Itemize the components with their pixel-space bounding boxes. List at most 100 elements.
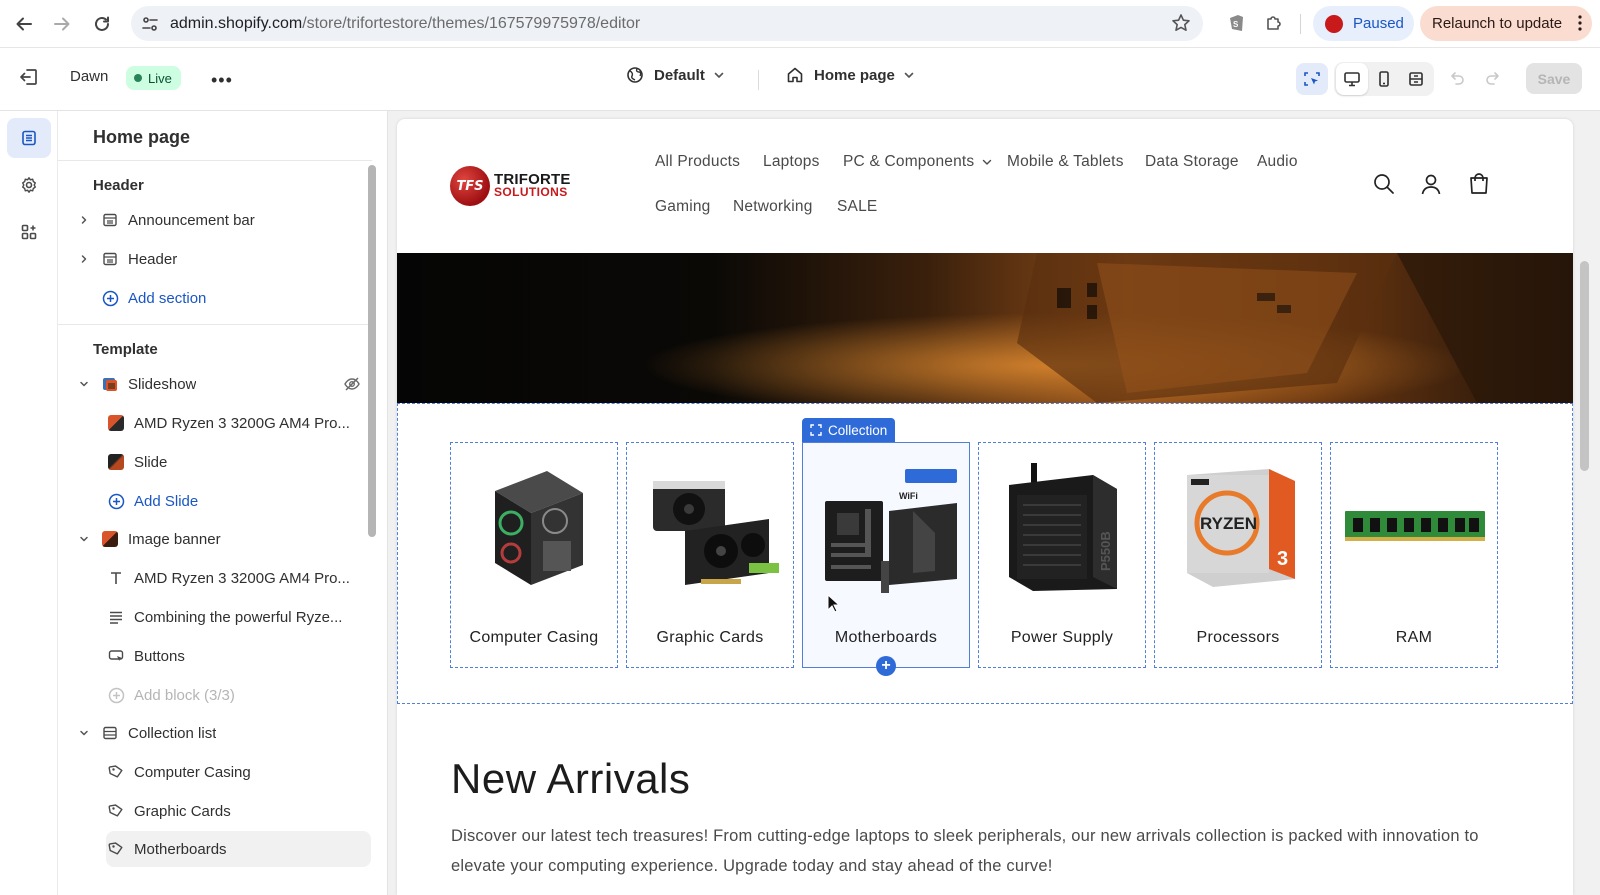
chevron-right-icon[interactable] xyxy=(76,215,92,225)
forward-icon[interactable] xyxy=(48,10,76,38)
store-logo[interactable]: TFS TRIFORTE SOLUTIONS xyxy=(450,166,571,206)
topbar-divider xyxy=(758,70,759,90)
chevron-down-icon xyxy=(903,69,915,81)
tree-item-computer-casing[interactable]: Computer Casing xyxy=(106,754,371,790)
add-section-button[interactable]: Add section xyxy=(88,280,371,316)
mobile-view-icon[interactable] xyxy=(1368,63,1400,95)
tree-item-motherboards[interactable]: Motherboards xyxy=(106,831,371,867)
tree-item-slide-ryzen[interactable]: AMD Ryzen 3 3200G AM4 Pro... xyxy=(106,405,371,441)
graphic-card-image xyxy=(653,481,779,585)
theme-name: Dawn xyxy=(70,68,109,85)
slide-thumbnail xyxy=(106,413,126,433)
chevron-down-icon xyxy=(982,157,992,167)
preview-scrollbar[interactable] xyxy=(1580,261,1589,471)
save-button[interactable]: Save xyxy=(1526,63,1582,94)
collection-card-ram[interactable]: RAM xyxy=(1330,442,1498,668)
collection-card-computer-casing[interactable]: Computer Casing xyxy=(450,442,618,668)
tree-item-label: Image banner xyxy=(128,530,221,548)
plus-circle-icon xyxy=(106,685,126,705)
tree-item-label: Graphic Cards xyxy=(134,802,231,820)
nav-all-products[interactable]: All Products xyxy=(655,153,740,171)
nav-networking[interactable]: Networking xyxy=(733,198,813,216)
tree-item-graphic-cards[interactable]: Graphic Cards xyxy=(106,793,371,829)
profile-paused-button[interactable]: Paused xyxy=(1313,6,1414,41)
chevron-down-icon[interactable] xyxy=(76,728,92,738)
more-actions-button[interactable]: ••• xyxy=(211,70,233,91)
tree-item-banner-text[interactable]: Combining the powerful Ryze... xyxy=(106,599,371,635)
profile-avatar xyxy=(1325,14,1343,33)
reload-icon[interactable] xyxy=(88,10,116,38)
exit-editor-icon[interactable] xyxy=(18,66,40,88)
tree-item-slide[interactable]: Slide xyxy=(106,444,371,480)
sidebar-scrollbar[interactable] xyxy=(368,165,376,537)
account-icon[interactable] xyxy=(1420,173,1442,195)
desktop-view-icon[interactable] xyxy=(1336,63,1368,95)
tree-item-announcement-bar[interactable]: Announcement bar xyxy=(81,202,371,238)
logo-mark: TFS xyxy=(450,166,490,206)
paragraph-icon xyxy=(106,607,126,627)
tree-item-image-banner[interactable]: Image banner xyxy=(80,521,371,557)
tree-item-banner-buttons[interactable]: Buttons xyxy=(106,638,371,674)
search-icon[interactable] xyxy=(1373,173,1395,195)
chevron-down-icon xyxy=(713,69,725,81)
preview-canvas: TFS TRIFORTE SOLUTIONS All Products Lapt… xyxy=(388,111,1600,895)
collection-card-graphic-cards[interactable]: Graphic Cards xyxy=(626,442,794,668)
nav-gaming[interactable]: Gaming xyxy=(655,198,710,216)
inspector-select-icon[interactable] xyxy=(1296,63,1328,95)
redo-icon[interactable] xyxy=(1484,70,1500,86)
tag-icon xyxy=(106,839,126,859)
tag-icon xyxy=(106,762,126,782)
tree-item-banner-heading[interactable]: AMD Ryzen 3 3200G AM4 Pro... xyxy=(106,560,371,596)
app-embeds-icon[interactable] xyxy=(7,212,51,252)
tree-item-header[interactable]: Header xyxy=(81,241,371,277)
logo-wordmark: TRIFORTE SOLUTIONS xyxy=(494,172,571,199)
tree-item-label: Slideshow xyxy=(128,375,197,393)
nav-pc-components[interactable]: PC & Components xyxy=(843,153,992,171)
add-block-plus-button[interactable]: + xyxy=(876,656,896,676)
collection-card-motherboards[interactable]: WiFi Motherboards xyxy=(802,442,970,668)
live-label: Live xyxy=(148,70,172,86)
chevron-down-icon[interactable] xyxy=(76,534,92,544)
storefront-preview: TFS TRIFORTE SOLUTIONS All Products Lapt… xyxy=(397,119,1573,895)
svg-text:S: S xyxy=(1233,20,1239,29)
hidden-eye-icon[interactable] xyxy=(343,375,361,393)
fullscreen-view-icon[interactable] xyxy=(1400,63,1432,95)
slideshow-hero-image[interactable] xyxy=(397,253,1573,403)
collection-card-power-supply[interactable]: P550B Power Supply xyxy=(978,442,1146,668)
kebab-menu-icon[interactable] xyxy=(1578,15,1582,31)
slideshow-icon xyxy=(100,374,120,394)
extensions-puzzle-icon[interactable] xyxy=(1265,12,1285,32)
address-bar[interactable]: admin.shopify.com/store/trifortestore/th… xyxy=(131,6,1203,41)
nav-mobile-tablets[interactable]: Mobile & Tablets xyxy=(1007,153,1124,171)
sections-icon[interactable] xyxy=(7,118,51,158)
chevron-down-icon[interactable] xyxy=(76,379,92,389)
context-selector[interactable]: Default xyxy=(626,66,725,84)
slide-thumbnail xyxy=(106,452,126,472)
site-settings-icon[interactable] xyxy=(136,10,164,38)
add-slide-button[interactable]: Add Slide xyxy=(106,483,371,519)
tree-item-label: Slide xyxy=(134,453,168,471)
tree-item-slideshow[interactable]: Slideshow xyxy=(80,366,371,402)
theme-settings-gear-icon[interactable] xyxy=(7,165,51,205)
nav-laptops[interactable]: Laptops xyxy=(763,153,820,171)
nav-data-storage[interactable]: Data Storage xyxy=(1145,153,1239,171)
undo-icon[interactable] xyxy=(1450,70,1466,86)
bookmark-star-icon[interactable] xyxy=(1171,13,1191,33)
relaunch-button[interactable]: Relaunch to update xyxy=(1420,6,1592,41)
cart-icon[interactable] xyxy=(1468,173,1490,195)
page-selector[interactable]: Home page xyxy=(786,66,915,84)
shopify-extension-icon[interactable]: S xyxy=(1226,12,1246,34)
collection-card-processors[interactable]: RYZEN 3 Processors xyxy=(1154,442,1322,668)
nav-audio[interactable]: Audio xyxy=(1257,153,1298,171)
url-text: admin.shopify.com/store/trifortestore/th… xyxy=(170,14,641,32)
paused-label: Paused xyxy=(1353,15,1404,32)
toolbar-divider xyxy=(1300,14,1301,34)
image-banner-thumbnail xyxy=(100,529,120,549)
plus-circle-icon xyxy=(100,288,120,308)
collection-card-title: Power Supply xyxy=(1010,629,1114,646)
collection-card-title: RAM xyxy=(1395,629,1433,646)
back-icon[interactable] xyxy=(10,10,38,38)
nav-sale[interactable]: SALE xyxy=(837,198,877,216)
chevron-right-icon[interactable] xyxy=(76,254,92,264)
tree-item-collection-list[interactable]: Collection list xyxy=(80,715,371,751)
